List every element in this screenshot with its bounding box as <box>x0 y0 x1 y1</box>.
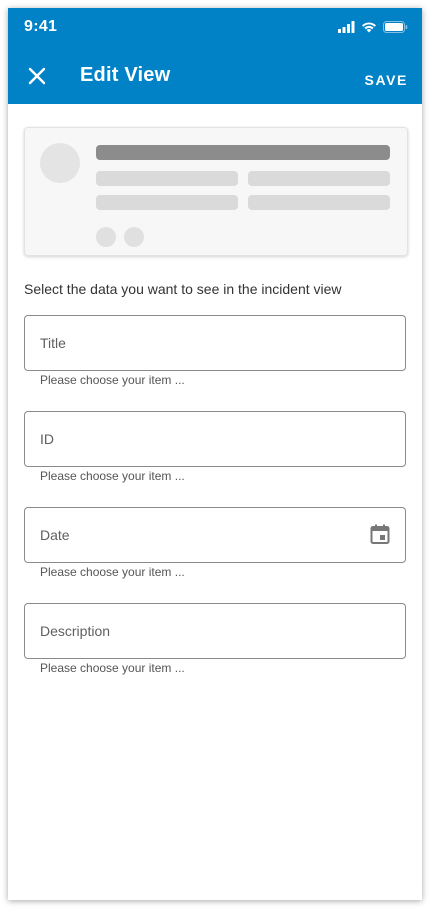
instruction-text: Select the data you want to see in the i… <box>24 281 342 297</box>
skeleton-title <box>96 145 390 160</box>
field-label: ID <box>40 431 54 447</box>
id-field[interactable]: ID <box>24 411 406 467</box>
status-bar: 9:41 <box>8 8 422 48</box>
skeleton-line <box>248 195 390 210</box>
close-button[interactable] <box>26 65 48 87</box>
field-label: Title <box>40 335 66 351</box>
save-button[interactable]: SAVE <box>365 72 409 88</box>
status-icons <box>338 20 408 38</box>
field-hint: Please choose your item ... <box>40 565 185 579</box>
skeleton-line <box>96 195 238 210</box>
status-time: 9:41 <box>24 18 58 35</box>
skeleton-dot <box>124 227 144 247</box>
close-icon <box>28 67 46 85</box>
signal-icon <box>338 20 355 38</box>
field-hint: Please choose your item ... <box>40 373 185 387</box>
phone-screen: 9:41 Edit View SAVE Select the data you … <box>8 8 422 900</box>
wifi-icon <box>361 20 377 38</box>
skeleton-dot <box>96 227 116 247</box>
date-field[interactable]: Date <box>24 507 406 563</box>
title-field[interactable]: Title <box>24 315 406 371</box>
skeleton-line <box>96 171 238 186</box>
page-title: Edit View <box>80 64 171 86</box>
description-field[interactable]: Description <box>24 603 406 659</box>
field-hint: Please choose your item ... <box>40 661 185 675</box>
battery-icon <box>383 20 408 38</box>
calendar-icon[interactable] <box>369 523 391 545</box>
field-label: Date <box>40 527 70 543</box>
app-bar: Edit View SAVE <box>8 48 422 104</box>
field-label: Description <box>40 623 111 639</box>
field-hint: Please choose your item ... <box>40 469 185 483</box>
skeleton-line <box>248 171 390 186</box>
skeleton-avatar <box>40 143 80 183</box>
incident-preview-card <box>24 127 408 256</box>
